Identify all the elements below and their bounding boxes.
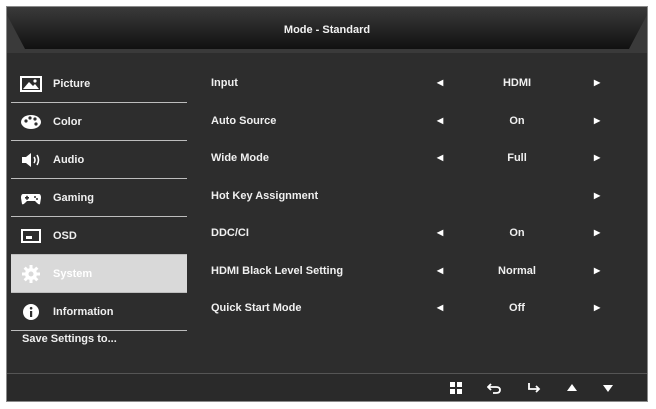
sidebar-item-picture[interactable]: Picture	[11, 65, 187, 103]
osd-window: Mode - Standard Picture Color Audio Gami…	[6, 6, 648, 402]
gamepad-icon	[17, 187, 45, 209]
sidebar-item-system[interactable]: System	[11, 255, 187, 293]
setting-label: DDC/CI	[211, 227, 249, 239]
gear-icon	[17, 263, 45, 285]
sidebar-item-gaming[interactable]: Gaming	[11, 179, 187, 217]
setting-label: Quick Start Mode	[211, 302, 302, 314]
setting-row-quick-start-mode[interactable]: Quick Start Mode ◀ Off ▶	[207, 290, 627, 328]
setting-value: HDMI	[502, 77, 532, 89]
down-arrow-icon[interactable]	[599, 379, 617, 397]
setting-label: Input	[211, 77, 238, 89]
right-arrow-icon[interactable]: ▶	[594, 116, 600, 125]
save-settings-button[interactable]: Save Settings to...	[22, 333, 117, 345]
setting-row-input[interactable]: Input ◀ HDMI ▶	[207, 65, 627, 103]
setting-value: Off	[509, 302, 525, 314]
setting-value: On	[509, 227, 525, 239]
sidebar-item-label: Audio	[53, 153, 85, 166]
sidebar-item-label: Color	[53, 115, 82, 128]
left-arrow-icon[interactable]: ◀	[437, 228, 443, 237]
sidebar-item-label: Picture	[53, 77, 91, 90]
setting-value: Full	[507, 152, 527, 164]
setting-row-hot-key-assignment[interactable]: Hot Key Assignment ▶	[207, 178, 627, 216]
sidebar-item-label: System	[53, 267, 93, 280]
right-arrow-icon[interactable]: ▶	[594, 303, 600, 312]
back-icon[interactable]	[485, 379, 503, 397]
sidebar: Picture Color Audio Gaming OSD System In…	[11, 65, 187, 331]
left-arrow-icon[interactable]: ◀	[437, 78, 443, 87]
sidebar-item-audio[interactable]: Audio	[11, 141, 187, 179]
page-title: Mode - Standard	[283, 24, 371, 36]
sidebar-item-label: Gaming	[53, 191, 94, 204]
left-arrow-icon[interactable]: ◀	[437, 303, 443, 312]
right-arrow-icon[interactable]: ▶	[594, 266, 600, 275]
info-icon	[17, 301, 45, 323]
sidebar-item-label: OSD	[53, 229, 77, 242]
sidebar-item-information[interactable]: Information	[11, 293, 187, 331]
menu-grid-icon[interactable]	[447, 379, 465, 397]
enter-icon[interactable]	[525, 379, 543, 397]
setting-row-auto-source[interactable]: Auto Source ◀ On ▶	[207, 103, 627, 141]
osd-screen-icon	[17, 225, 45, 247]
right-arrow-icon[interactable]: ▶	[594, 228, 600, 237]
setting-label: Wide Mode	[211, 152, 269, 164]
setting-value: On	[509, 114, 525, 127]
setting-label: Auto Source	[211, 114, 277, 127]
setting-row-ddc-ci[interactable]: DDC/CI ◀ On ▶	[207, 215, 627, 253]
left-arrow-icon[interactable]: ◀	[437, 116, 443, 125]
picture-icon	[17, 73, 45, 95]
setting-row-hdmi-black-level[interactable]: HDMI Black Level Setting ◀ Normal ▶	[207, 253, 627, 291]
title-bar: Mode - Standard	[7, 7, 647, 53]
sidebar-item-color[interactable]: Color	[11, 103, 187, 141]
setting-row-wide-mode[interactable]: Wide Mode ◀ Full ▶	[207, 140, 627, 178]
setting-label: Hot Key Assignment	[211, 189, 319, 202]
right-arrow-icon[interactable]: ▶	[594, 78, 600, 87]
settings-list: Input ◀ HDMI ▶ Auto Source ◀ On ▶ Wide M…	[207, 65, 627, 328]
sidebar-item-label: Information	[53, 305, 114, 318]
right-arrow-icon[interactable]: ▶	[594, 191, 600, 200]
right-arrow-icon[interactable]: ▶	[594, 153, 600, 162]
footer-controls	[7, 373, 647, 401]
color-palette-icon	[17, 111, 45, 133]
up-arrow-icon[interactable]	[563, 379, 581, 397]
setting-value: Normal	[498, 264, 536, 277]
setting-label: HDMI Black Level Setting	[211, 264, 344, 277]
sidebar-item-osd[interactable]: OSD	[11, 217, 187, 255]
left-arrow-icon[interactable]: ◀	[437, 153, 443, 162]
left-arrow-icon[interactable]: ◀	[437, 266, 443, 275]
speaker-icon	[17, 149, 45, 171]
